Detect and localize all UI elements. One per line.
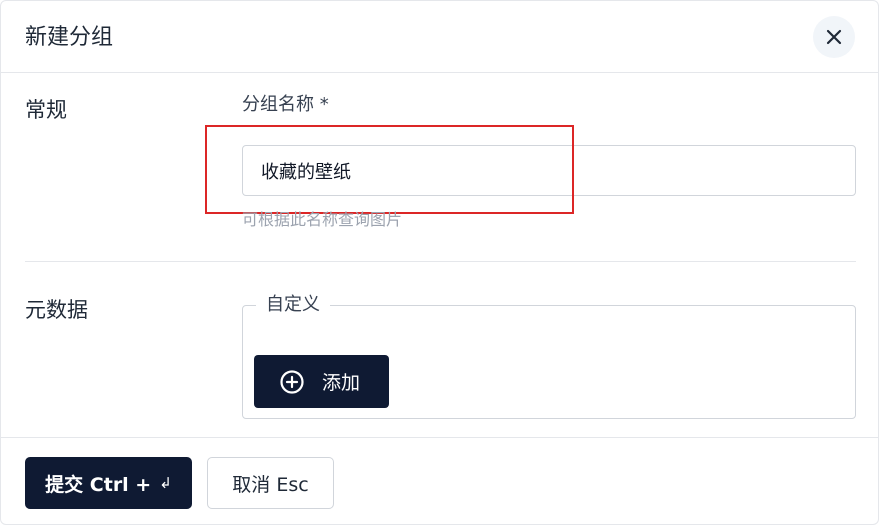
plus-circle-icon	[280, 369, 304, 394]
dialog-header: 新建分组	[1, 1, 879, 73]
close-button[interactable]	[813, 16, 855, 58]
close-icon	[826, 29, 842, 45]
add-metadata-button[interactable]: 添加	[254, 355, 389, 408]
dialog-title: 新建分组	[25, 25, 114, 50]
group-name-hint: 可根据此名称查询图片	[242, 210, 403, 229]
section-divider	[25, 261, 856, 262]
enter-key-icon: ↲	[159, 474, 172, 492]
submit-button[interactable]: 提交 Ctrl + ↲	[25, 457, 192, 509]
new-group-dialog: 新建分组 常规 分组名称 * 可根据此名称查询图片 元数据 自定义 添加 提交 …	[0, 0, 879, 525]
group-name-label: 分组名称 *	[242, 94, 329, 115]
section-general-label: 常规	[25, 98, 67, 122]
section-metadata-label: 元数据	[25, 298, 88, 322]
group-name-input[interactable]	[242, 145, 856, 196]
custom-metadata-legend: 自定义	[256, 293, 330, 317]
add-metadata-label: 添加	[322, 372, 361, 394]
cancel-button[interactable]: 取消 Esc	[207, 457, 334, 509]
cancel-label: 取消 Esc	[232, 473, 309, 496]
submit-label: 提交 Ctrl +	[45, 473, 152, 496]
